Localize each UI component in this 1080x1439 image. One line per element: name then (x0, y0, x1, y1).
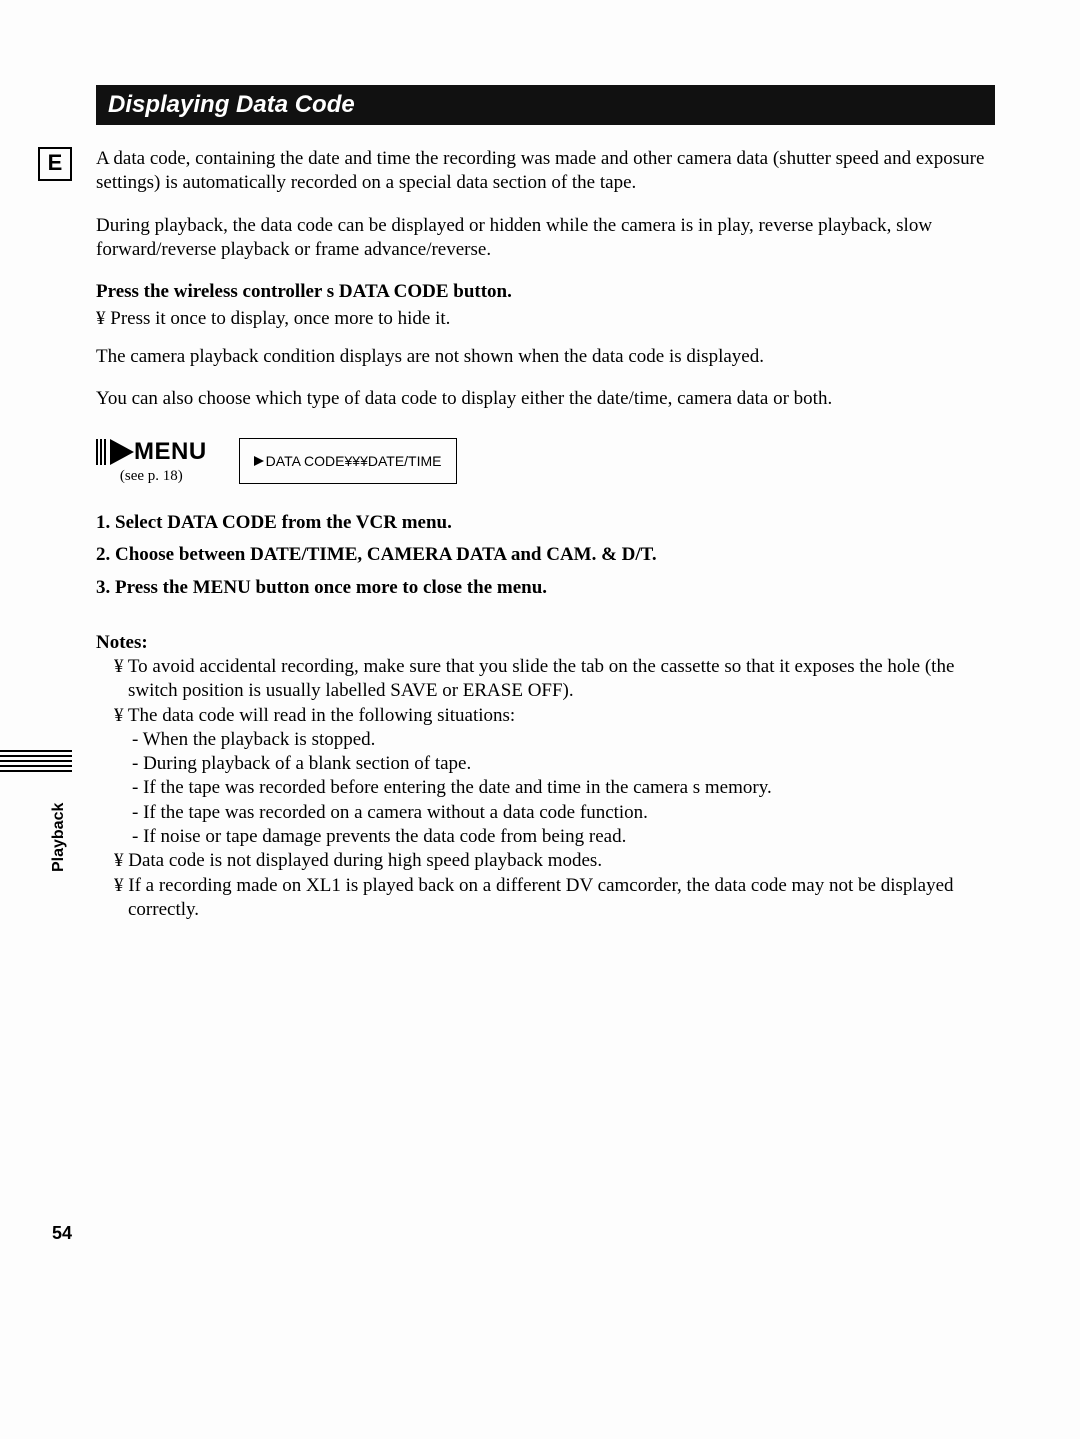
step-3: 3. Press the MENU button once more to cl… (96, 576, 995, 601)
press-title: Press the wireless controller s DATA COD… (96, 281, 512, 302)
section-tab: Playback (0, 750, 72, 775)
menu-icon: MENU (see p. 18) (96, 438, 207, 485)
notes-block: Notes: ¥ To avoid accidental recording, … (96, 631, 995, 923)
note-sub-4: - If the tape was recorded on a camera w… (96, 801, 995, 825)
data-code-box: DATA CODE¥¥¥DATE/TIME (239, 438, 457, 484)
playback-condition-paragraph: The camera playback condition displays a… (96, 345, 995, 369)
page-number: 54 (52, 1223, 72, 1244)
step-2: 2. Choose between DATE/TIME, CAMERA DATA… (96, 543, 995, 568)
notes-heading: Notes: (96, 631, 995, 655)
content: Displaying Data Code A data code, contai… (96, 85, 995, 922)
page: E Playback Displaying Data Code A data c… (0, 0, 1080, 1439)
steps-list: 1. Select DATA CODE from the VCR menu. 2… (96, 511, 995, 601)
section-tab-label: Playback (50, 803, 68, 872)
play-small-icon (254, 456, 264, 466)
section-tab-bars (0, 750, 72, 772)
intro-paragraph-1: A data code, containing the date and tim… (96, 147, 995, 196)
play-triangle-icon (110, 439, 134, 465)
menu-word: MENU (134, 438, 207, 466)
menu-stripes-icon (96, 439, 108, 465)
note-sub-5: - If noise or tape damage prevents the d… (96, 825, 995, 849)
choose-type-paragraph: You can also choose which type of data c… (96, 387, 995, 411)
left-gutter: E (38, 147, 72, 181)
page-title: Displaying Data Code (96, 85, 995, 125)
press-bullet: ¥ Press it once to display, once more to… (96, 307, 995, 331)
note-bullet-2: ¥ The data code will read in the followi… (96, 704, 995, 728)
menu-caption: (see p. 18) (120, 468, 183, 485)
note-sub-3: - If the tape was recorded before enteri… (96, 776, 995, 800)
step-1: 1. Select DATA CODE from the VCR menu. (96, 511, 995, 536)
note-sub-1: - When the playback is stopped. (96, 728, 995, 752)
note-bullet-4: ¥ If a recording made on XL1 is played b… (96, 874, 995, 923)
note-bullet-3: ¥ Data code is not displayed during high… (96, 849, 995, 873)
intro-paragraph-2: During playback, the data code can be di… (96, 214, 995, 263)
note-bullet-1: ¥ To avoid accidental recording, make su… (96, 655, 995, 704)
language-indicator: E (38, 147, 72, 181)
press-instruction: Press the wireless controller s DATA COD… (96, 280, 995, 304)
note-sub-2: - During playback of a blank section of … (96, 752, 995, 776)
menu-row: MENU (see p. 18) DATA CODE¥¥¥DATE/TIME (96, 438, 995, 485)
data-code-box-text: DATA CODE¥¥¥DATE/TIME (266, 453, 442, 469)
